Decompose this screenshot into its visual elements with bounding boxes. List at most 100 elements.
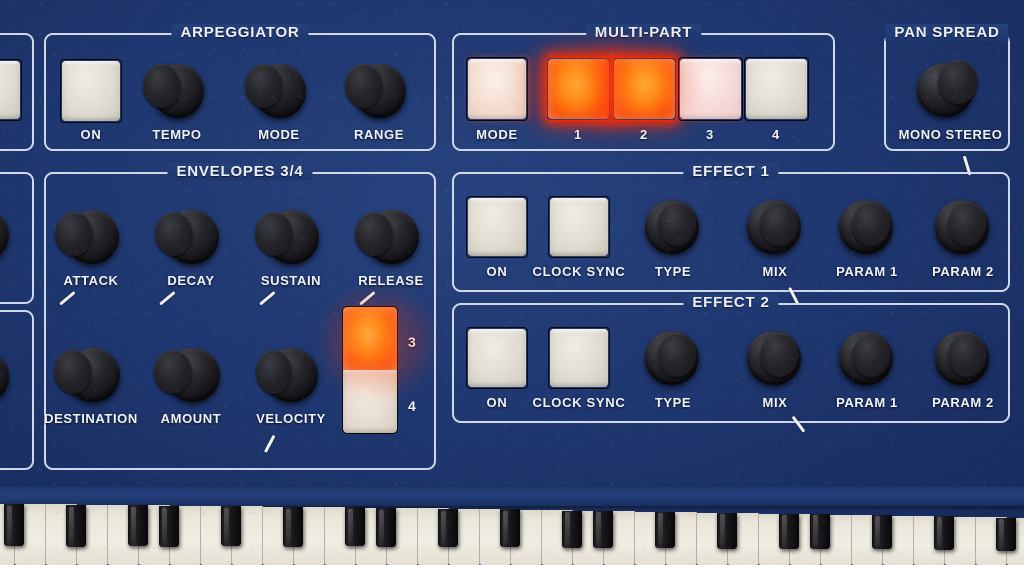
envelope-release-label: RELEASE — [358, 273, 424, 288]
multipart-part-4-button[interactable] — [744, 57, 809, 121]
effect-2-type-label: TYPE — [654, 395, 692, 410]
effect-1-type-label: TYPE — [654, 264, 692, 279]
black-key[interactable] — [779, 514, 799, 549]
black-key[interactable] — [345, 507, 365, 546]
effect-1-param-2-knob[interactable] — [922, 186, 1004, 268]
button-face — [680, 59, 741, 119]
arpeggiator-tempo-knob[interactable] — [136, 50, 218, 132]
arpeggiator-range-label: RANGE — [354, 127, 404, 142]
multipart-part-1-label: 1 — [574, 127, 582, 142]
envelope-amount-knob[interactable] — [150, 334, 232, 416]
arpeggiator-range-knob[interactable] — [338, 50, 420, 132]
pan-spread-title: PAN SPREAD — [885, 24, 1009, 41]
multipart-part-2-label: 2 — [640, 127, 648, 142]
knob-cap — [658, 202, 696, 246]
effect-1-mix-label: MIX — [762, 264, 788, 279]
black-key[interactable] — [376, 508, 396, 547]
multipart-part-4-label: 4 — [772, 127, 780, 142]
effect-2-on-button[interactable] — [466, 327, 528, 389]
effect-1-param-2-label: PARAM 2 — [932, 264, 994, 279]
knob-cap — [245, 64, 283, 108]
keyboard[interactable] — [0, 486, 1024, 565]
multipart-title: MULTI-PART — [585, 24, 702, 41]
section-effect-2: EFFECT 2 ON CLOCK SYNC TYPE MIX PARAM 1 … — [452, 294, 1010, 433]
effect-2-mix-knob[interactable] — [734, 317, 816, 433]
knob-cap — [760, 202, 798, 246]
envelope-select-3-label: 3 — [408, 334, 416, 350]
effect-2-param-1-label: PARAM 1 — [836, 395, 898, 410]
black-key[interactable] — [283, 507, 303, 547]
knob-cap — [948, 202, 986, 246]
black-key[interactable] — [221, 506, 241, 546]
partial-section-mid-left: E — [0, 172, 34, 304]
envelope-velocity-knob[interactable] — [250, 334, 332, 453]
effect-2-type-knob[interactable] — [632, 317, 714, 399]
black-key[interactable] — [655, 512, 675, 548]
black-key[interactable] — [66, 505, 86, 547]
knob-cap — [345, 64, 383, 108]
multipart-part-3-button[interactable] — [678, 57, 743, 121]
effect-1-mix-knob[interactable] — [734, 186, 816, 306]
multipart-part-2-button[interactable] — [612, 57, 677, 121]
partial-button-top-left[interactable] — [0, 59, 22, 121]
black-key[interactable] — [4, 504, 24, 546]
black-key[interactable] — [810, 514, 830, 549]
black-key[interactable] — [934, 516, 954, 550]
envelope-select-34-button[interactable] — [342, 306, 398, 434]
envelope-velocity-label: VELOCITY — [256, 411, 326, 426]
envelope-sustain-knob[interactable] — [250, 196, 332, 306]
pan-spread-stereo-label: STEREO — [945, 127, 1003, 142]
partial-knob-mid-left[interactable] — [0, 198, 20, 272]
black-key[interactable] — [593, 511, 613, 548]
knob-cap — [155, 212, 193, 256]
multipart-mode-label: MODE — [476, 127, 518, 142]
pan-spread-knob[interactable] — [904, 48, 990, 176]
effect-2-param-1-knob[interactable] — [826, 317, 908, 399]
black-key[interactable] — [996, 518, 1016, 551]
effect-2-clock-sync-button[interactable] — [548, 327, 610, 389]
envelope-sustain-label: SUSTAIN — [260, 273, 322, 288]
effect-2-mix-label: MIX — [762, 395, 788, 410]
arpeggiator-on-label: ON — [80, 127, 102, 142]
arpeggiator-mode-knob[interactable] — [238, 50, 320, 132]
multipart-mode-button[interactable] — [466, 57, 528, 121]
multipart-part-1-button[interactable] — [546, 57, 611, 121]
effect-1-clock-sync-button[interactable] — [548, 196, 610, 258]
envelope-attack-label: ATTACK — [63, 273, 119, 288]
button-face — [62, 61, 120, 121]
arpeggiator-title: ARPEGGIATOR — [171, 24, 309, 41]
effect-2-param-2-knob[interactable] — [922, 317, 1004, 399]
black-key[interactable] — [872, 515, 892, 549]
envelope-select-4[interactable] — [343, 370, 397, 433]
envelope-decay-knob[interactable] — [150, 196, 232, 306]
effect-1-type-knob[interactable] — [632, 186, 714, 268]
arpeggiator-tempo-label: TEMPO — [152, 127, 202, 142]
knob-cap — [143, 64, 181, 108]
black-key[interactable] — [500, 509, 520, 547]
black-key[interactable] — [128, 505, 148, 546]
partial-knob-bottom-left[interactable] — [0, 340, 20, 414]
knob-cap — [255, 212, 293, 256]
effect-1-param-1-label: PARAM 1 — [836, 264, 898, 279]
section-arpeggiator: ARPEGGIATOR ON TEMPO MODE RANGE — [44, 24, 436, 151]
arpeggiator-on-button[interactable] — [60, 59, 122, 123]
envelope-release-knob[interactable] — [350, 196, 432, 306]
envelope-select-3[interactable] — [343, 307, 397, 370]
knob-cap — [256, 350, 292, 394]
black-key[interactable] — [438, 509, 458, 547]
arpeggiator-mode-label: MODE — [258, 127, 300, 142]
envelope-attack-knob[interactable] — [50, 196, 132, 306]
envelope-destination-knob[interactable] — [50, 334, 132, 416]
multipart-part-3-label: 3 — [706, 127, 714, 142]
effect-2-title: EFFECT 2 — [683, 294, 779, 311]
knob-cap — [55, 212, 93, 256]
black-key[interactable] — [562, 511, 582, 548]
black-key[interactable] — [717, 513, 737, 549]
black-key[interactable] — [159, 506, 179, 547]
button-face — [468, 329, 526, 387]
effect-1-on-button[interactable] — [466, 196, 528, 258]
effect-1-param-1-knob[interactable] — [826, 186, 908, 268]
section-effect-1: EFFECT 1 ON CLOCK SYNC TYPE MIX PARAM 1 … — [452, 163, 1010, 306]
section-envelopes-34: ENVELOPES 3/4 ATTACK DECAY SUSTAIN RELEA… — [44, 163, 436, 470]
synthesizer-control-panel: E E ARPEGGIATOR ON — [0, 0, 1024, 565]
